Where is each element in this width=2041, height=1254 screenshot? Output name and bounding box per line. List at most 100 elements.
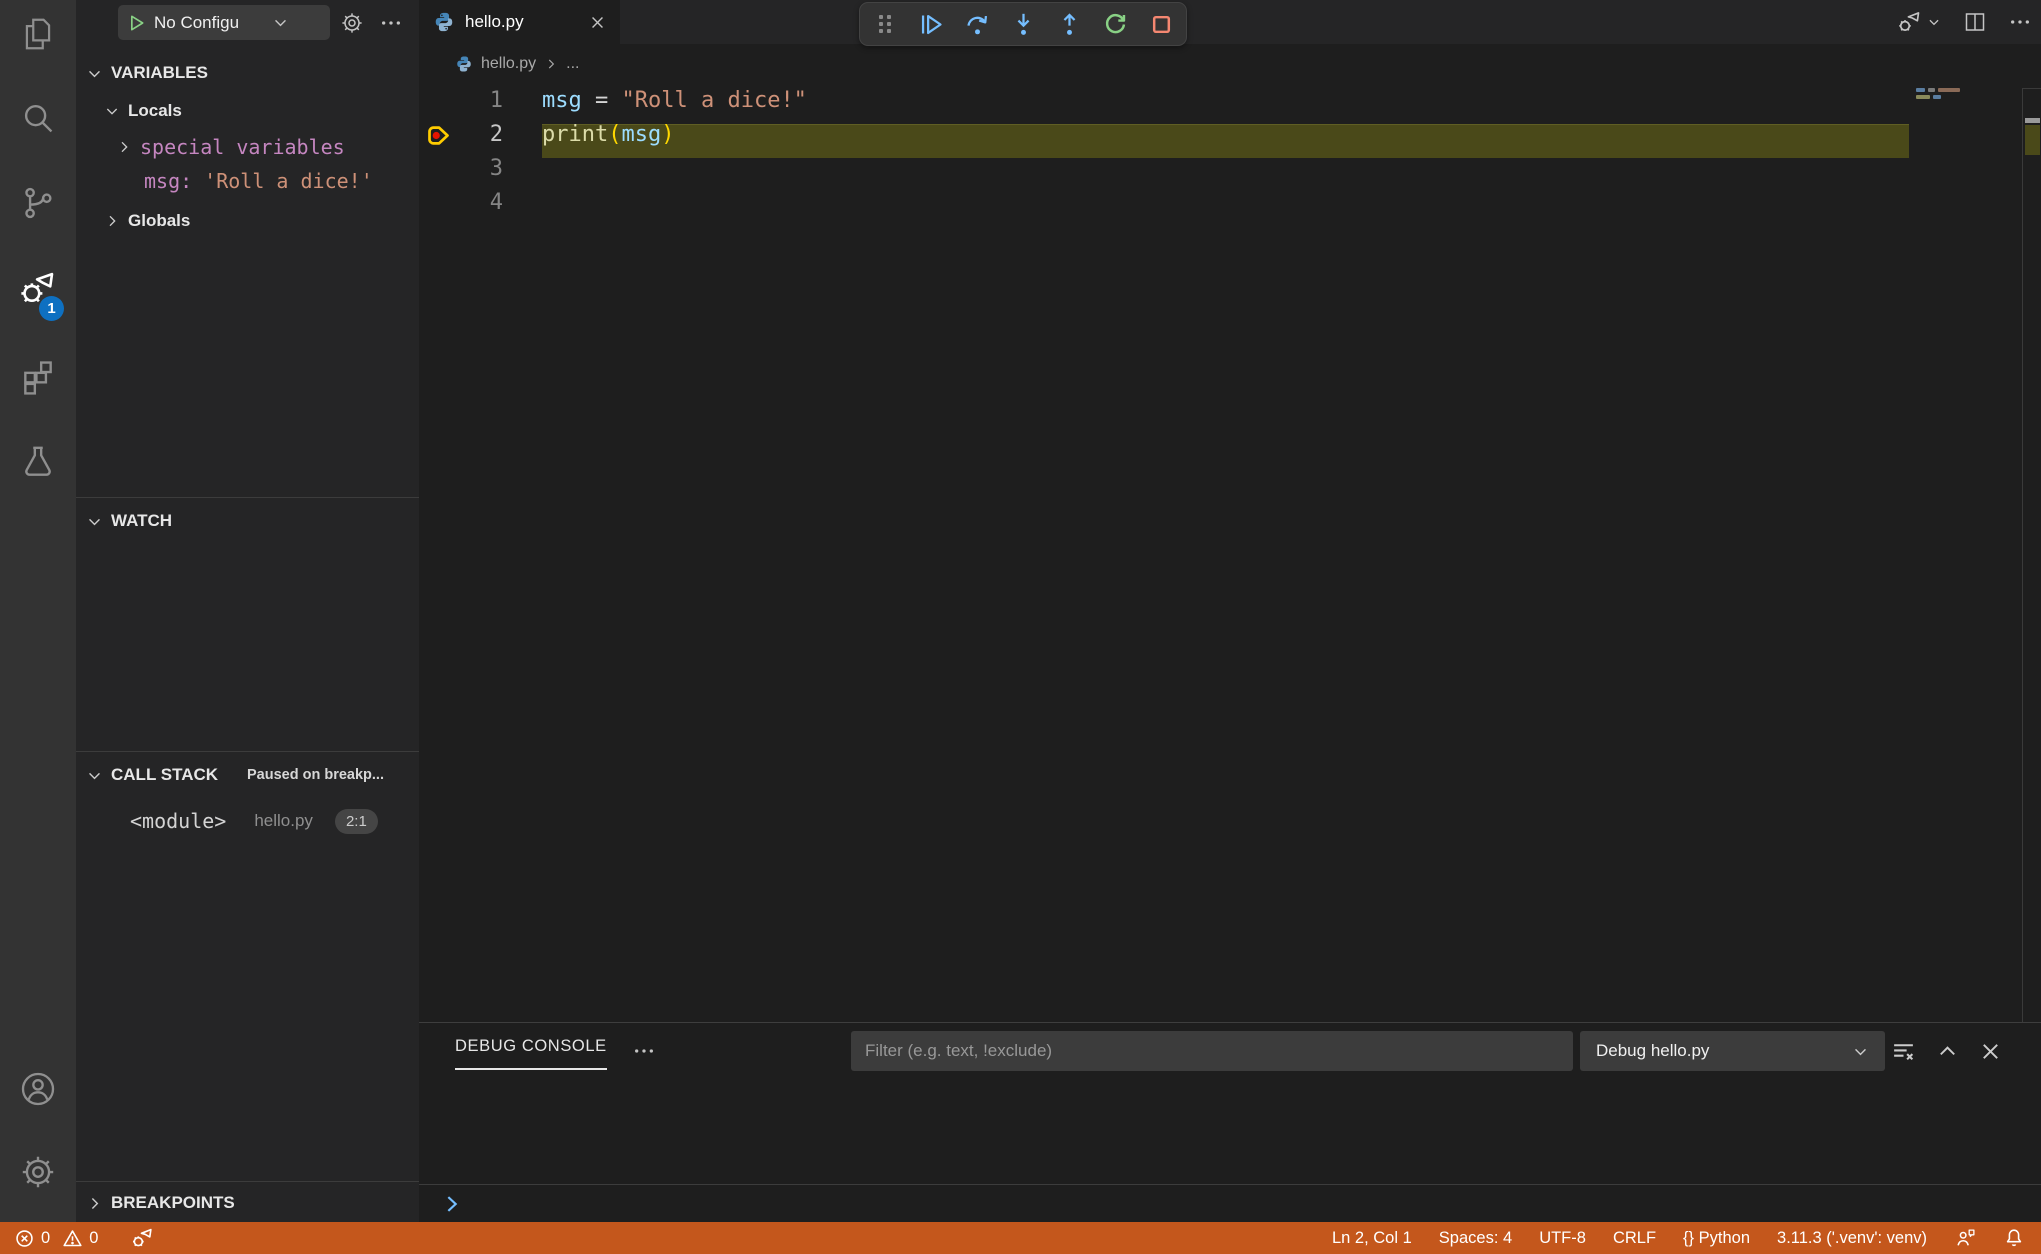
debugging-indicator-icon[interactable]: [130, 1226, 155, 1251]
eol-sequence[interactable]: CRLF: [1613, 1229, 1656, 1248]
launch-config-dropdown[interactable]: No Configu: [118, 5, 330, 40]
panel-action-icons: [1891, 1031, 2002, 1071]
token-variable: msg: [621, 122, 662, 147]
section-divider: [76, 497, 419, 498]
clear-console-icon[interactable]: [1891, 1039, 1916, 1064]
console-input-prompt-icon[interactable]: [441, 1193, 463, 1215]
breadcrumb[interactable]: hello.py ...: [419, 44, 2041, 84]
frame-name: <module>: [130, 809, 227, 833]
language-mode[interactable]: {} Python: [1683, 1229, 1750, 1248]
line-number: 2: [489, 122, 503, 147]
variable-msg-row[interactable]: msg: 'Roll a dice!': [144, 164, 373, 198]
overview-highlight-mark: [2025, 125, 2040, 155]
chevron-right-icon: [109, 215, 116, 227]
debug-controls-row: No Configu: [76, 0, 419, 46]
breakpoints-section-header[interactable]: BREAKPOINTS: [86, 1186, 235, 1220]
code-area[interactable]: 1 msg = "Roll a dice!" 2 print(msg) 3 4: [419, 84, 2041, 684]
variables-section-header[interactable]: VARIABLES: [86, 56, 208, 90]
vscode-window: 1 No Configu VARIABLES Locals special va…: [0, 0, 2041, 1254]
frame-file: hello.py: [254, 811, 313, 830]
testing-icon[interactable]: [0, 422, 76, 502]
warnings-icon: [63, 1229, 82, 1246]
split-editor-icon[interactable]: [1963, 10, 1987, 34]
step-out-button-icon[interactable]: [1056, 11, 1083, 38]
step-into-button-icon[interactable]: [1010, 11, 1037, 38]
continue-button-icon[interactable]: [918, 11, 945, 38]
frame-location-badge: 2:1: [334, 808, 378, 834]
minimap[interactable]: [1916, 88, 1960, 102]
status-bar: 0 0 Ln 2, Col 1 Spaces: 4 UTF-8 CRLF {} …: [0, 1222, 2041, 1254]
toolbar-drag-grip[interactable]: [872, 11, 899, 38]
breadcrumb-file[interactable]: hello.py: [481, 55, 536, 73]
debug-console-panel: DEBUG CONSOLE Debug hello.py: [419, 1022, 2041, 1222]
stop-button-icon[interactable]: [1148, 11, 1175, 38]
notifications-bell-icon[interactable]: [2003, 1227, 2025, 1249]
token-string: "Roll a dice!": [621, 88, 807, 113]
debug-settings-gear-icon[interactable]: [340, 11, 364, 35]
extensions-icon[interactable]: [0, 336, 76, 416]
tab-hello-py[interactable]: hello.py: [419, 0, 620, 44]
errors-icon: [16, 1229, 33, 1247]
breadcrumb-symbol[interactable]: ...: [566, 55, 579, 73]
call-stack-status-wrap: Paused on breakp...: [76, 757, 419, 793]
source-control-icon[interactable]: [0, 163, 76, 243]
tab-debug-console[interactable]: DEBUG CONSOLE: [455, 1037, 607, 1070]
globals-scope-row[interactable]: Globals: [104, 204, 190, 238]
console-input-divider: [419, 1184, 2041, 1185]
views-more-actions-icon[interactable]: [380, 15, 402, 31]
stack-frame-row[interactable]: <module> hello.py 2:1: [130, 800, 378, 842]
chevron-down-icon: [89, 70, 100, 77]
editor-more-actions-icon[interactable]: [2009, 14, 2031, 30]
restart-button-icon[interactable]: [1102, 11, 1129, 38]
overview-ruler[interactable]: [2022, 88, 2041, 1022]
special-variables-row[interactable]: special variables: [116, 130, 345, 164]
indentation[interactable]: Spaces: 4: [1439, 1229, 1512, 1248]
code-line-1[interactable]: 1 msg = "Roll a dice!": [419, 84, 2041, 118]
run-and-debug-icon[interactable]: 1: [0, 249, 76, 329]
accounts-icon[interactable]: [0, 1049, 76, 1129]
step-over-button-icon[interactable]: [964, 11, 991, 38]
tab-bar: hello.py: [419, 0, 2041, 44]
problems-indicator[interactable]: 0 0: [14, 1228, 98, 1249]
variable-msg-value: 'Roll a dice!': [204, 169, 373, 193]
tab-close-icon[interactable]: [589, 14, 606, 31]
config-label: No Configu: [154, 12, 240, 32]
code-line-2[interactable]: 2 print(msg): [419, 118, 2041, 152]
panel-more-actions-icon[interactable]: [633, 1043, 655, 1059]
warnings-count: 0: [89, 1228, 99, 1247]
token-bracket: ): [661, 122, 675, 147]
chevron-down-icon: [1929, 19, 1939, 26]
editor-actions: [1896, 0, 2031, 44]
run-python-file-button[interactable]: [1896, 9, 1941, 36]
debug-session-badge: 1: [39, 296, 64, 321]
chevron-down-icon: [1855, 1048, 1866, 1055]
locals-scope-row[interactable]: Locals: [104, 94, 182, 128]
debug-session-dropdown[interactable]: Debug hello.py: [1580, 1031, 1885, 1071]
gutter[interactable]: [419, 118, 465, 152]
maximize-panel-icon[interactable]: [1936, 1040, 1959, 1063]
explorer-icon[interactable]: [0, 0, 76, 74]
breakpoint-hit-arrow-icon[interactable]: [425, 122, 452, 149]
chevron-right-icon: [91, 1197, 99, 1209]
python-interpreter[interactable]: 3.11.3 ('.venv': venv): [1777, 1229, 1927, 1248]
search-icon[interactable]: [0, 78, 76, 158]
code-line-3[interactable]: 3: [419, 152, 2041, 186]
section-divider: [76, 751, 419, 752]
feedback-icon[interactable]: [1954, 1227, 1976, 1249]
token-bracket: (: [608, 122, 622, 147]
chevron-right-icon: [548, 59, 555, 69]
close-panel-icon[interactable]: [1979, 1040, 2002, 1063]
cursor-position[interactable]: Ln 2, Col 1: [1332, 1229, 1412, 1248]
code-line-4[interactable]: 4: [419, 186, 2041, 220]
token-variable: msg: [542, 88, 582, 113]
encoding[interactable]: UTF-8: [1539, 1229, 1586, 1248]
gutter[interactable]: [419, 84, 465, 118]
start-debug-icon[interactable]: [126, 13, 146, 33]
chevron-down-icon: [275, 19, 286, 27]
token-function: print: [542, 122, 609, 147]
watch-section-header[interactable]: WATCH: [86, 504, 172, 538]
manage-gear-icon[interactable]: [0, 1132, 76, 1212]
debug-toolbar[interactable]: [859, 2, 1187, 46]
console-filter-input[interactable]: [851, 1031, 1573, 1071]
chevron-right-icon: [121, 141, 128, 153]
